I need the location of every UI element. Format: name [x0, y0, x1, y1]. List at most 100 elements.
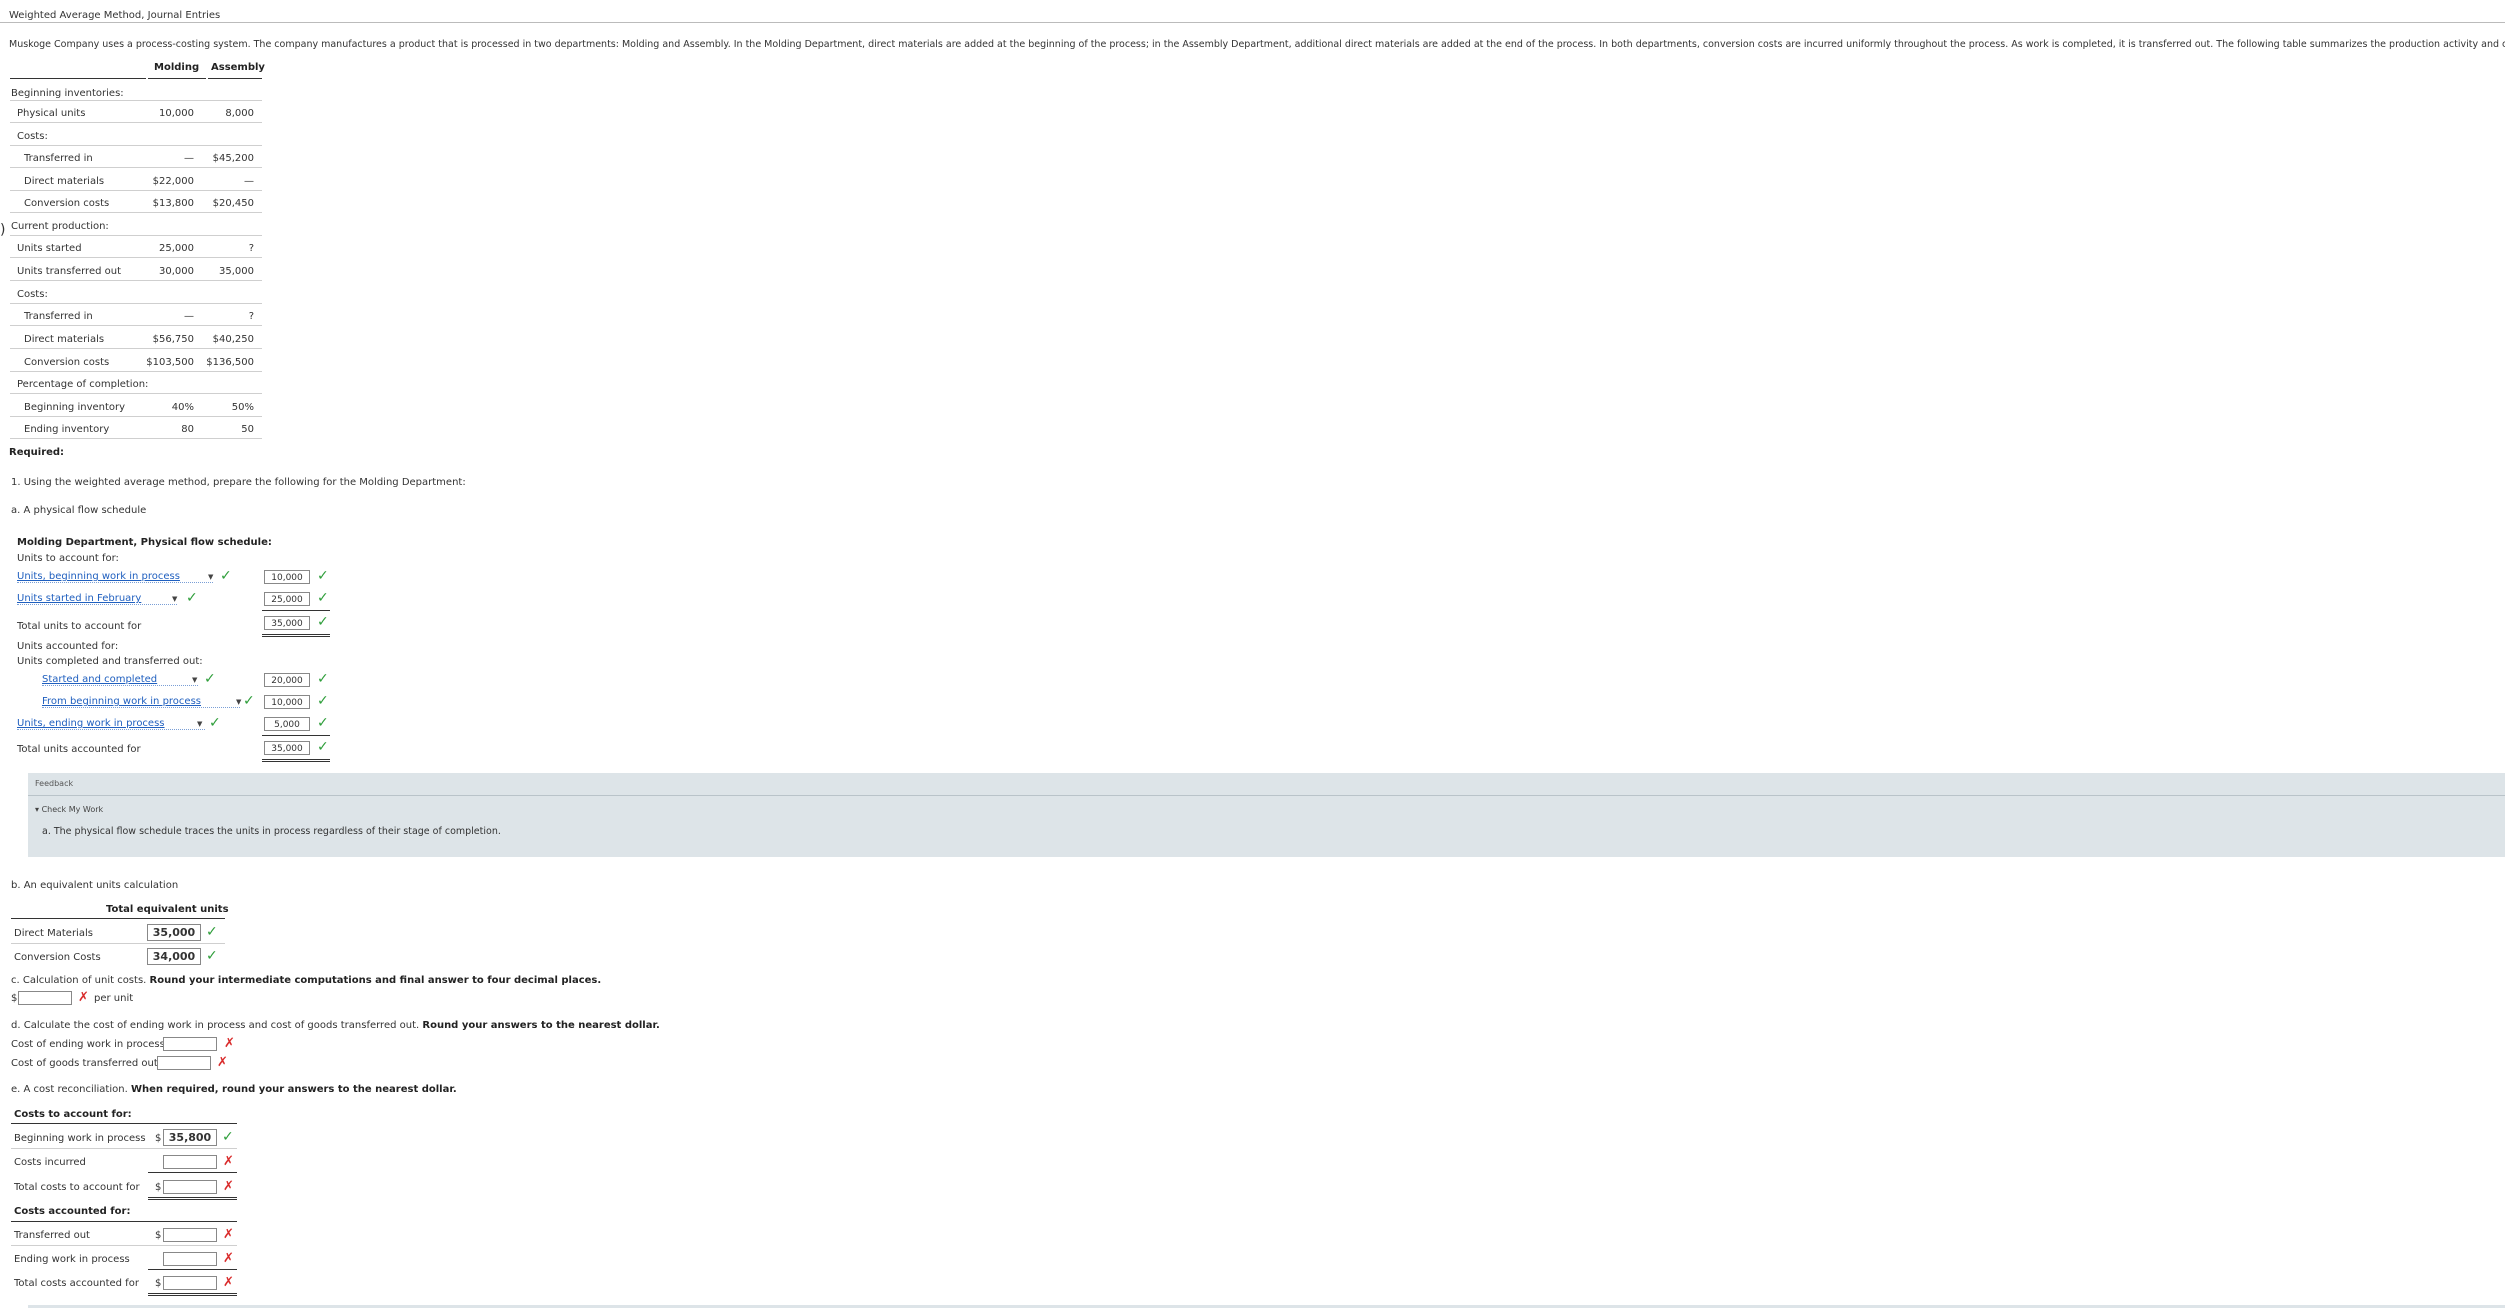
table-cell-assembly: 50% [231, 402, 254, 413]
total-double-rule [262, 634, 330, 637]
triangle-down-icon: ▾ [35, 805, 40, 814]
dollar-sign: $ [155, 1278, 162, 1289]
table-cell-molding: 40% [171, 402, 194, 413]
chevron-down-icon[interactable]: ▼ [192, 676, 197, 684]
table-cell-assembly: 8,000 [225, 108, 254, 119]
row-divider [10, 303, 262, 304]
table-cell-molding: 80 [181, 424, 194, 435]
cross-icon: ✗ [217, 1055, 228, 1070]
ending-wip-rec-input[interactable] [163, 1252, 217, 1266]
question-a-label: a. A physical flow schedule [11, 505, 147, 516]
check-icon: ✓ [317, 568, 329, 584]
table-row-label: Current production: [11, 221, 109, 232]
row-divider [10, 100, 262, 101]
title-divider [0, 22, 2505, 23]
question-1-text: 1. Using the weighted average method, pr… [11, 477, 466, 488]
check-icon: ✓ [186, 590, 198, 606]
transferred-out-input[interactable] [163, 1228, 217, 1242]
table-cell-assembly: $136,500 [206, 357, 254, 368]
direct-materials-eu-input[interactable]: 35,000 [147, 924, 201, 941]
conversion-costs-eu-input[interactable]: 34,000 [147, 948, 201, 965]
chevron-down-icon[interactable]: ▼ [236, 698, 241, 706]
row-divider [11, 1245, 237, 1246]
equiv-units-header: Total equivalent units [106, 904, 229, 915]
row-divider [11, 943, 225, 944]
table-cell-assembly: ? [248, 243, 254, 254]
total-accounted-label: Total units accounted for [17, 744, 141, 755]
table-cell-molding: $103,500 [146, 357, 194, 368]
total-costs-accounted-input[interactable] [163, 1276, 217, 1290]
beginning-wip-input[interactable]: 10,000 [264, 570, 310, 584]
cross-icon: ✗ [78, 990, 89, 1005]
check-icon: ✓ [317, 590, 329, 606]
total-accounted-input[interactable]: 35,000 [264, 741, 310, 755]
chevron-down-icon[interactable]: ▼ [172, 595, 177, 603]
table-cell-assembly: $40,250 [212, 334, 254, 345]
table-row-label: Transferred in [24, 153, 93, 164]
question-d-text: d. Calculate the cost of ending work in … [11, 1020, 660, 1031]
row-divider [10, 257, 262, 258]
row-divider [10, 416, 262, 417]
ending-wip-rec-label: Ending work in process [14, 1254, 130, 1265]
from-beginning-input[interactable]: 10,000 [264, 695, 310, 709]
problem-intro: Muskoge Company uses a process-costing s… [9, 39, 2505, 50]
units-to-account-heading: Units to account for: [17, 553, 119, 564]
table-cell-assembly: $20,450 [212, 198, 254, 209]
check-icon: ✓ [317, 715, 329, 731]
started-completed-input[interactable]: 20,000 [264, 673, 310, 687]
chevron-down-icon[interactable]: ▼ [197, 720, 202, 728]
beginning-wip-dropdown[interactable]: Units, beginning work in process [17, 571, 213, 583]
units-completed-heading: Units completed and transferred out: [17, 656, 203, 667]
units-started-input[interactable]: 25,000 [264, 592, 310, 606]
row-divider [10, 348, 262, 349]
feedback-divider [28, 795, 2505, 796]
total-double-rule [148, 1197, 237, 1200]
costs-accounted-heading: Costs accounted for: [14, 1206, 131, 1217]
table-row-label: Costs: [17, 131, 48, 142]
units-accounted-heading: Units accounted for: [17, 641, 119, 652]
total-costs-to-account-label: Total costs to account for [14, 1182, 140, 1193]
ending-wip-dropdown[interactable]: Units, ending work in process [17, 718, 205, 730]
required-heading: Required: [9, 447, 65, 458]
table-row-label: Percentage of completion: [17, 379, 149, 390]
check-icon: ✓ [209, 715, 221, 731]
question-e-text: e. A cost reconciliation. When required,… [11, 1084, 457, 1095]
conversion-costs-label: Conversion Costs [14, 952, 101, 963]
total-costs-to-account-input[interactable] [163, 1180, 217, 1194]
row-divider [10, 145, 262, 146]
from-beginning-dropdown[interactable]: From beginning work in process [42, 696, 240, 708]
units-started-dropdown[interactable]: Units started in February [17, 593, 177, 605]
header-underline-molding [148, 78, 206, 79]
cross-icon: ✗ [224, 1036, 235, 1051]
started-completed-dropdown[interactable]: Started and completed [42, 674, 198, 686]
header-underline-assembly [208, 78, 262, 79]
row-divider [11, 1148, 237, 1149]
table-cell-molding: $22,000 [152, 176, 194, 187]
table-cell-assembly: ? [248, 311, 254, 322]
check-icon: ✓ [206, 948, 218, 964]
transferred-out-cost-input[interactable] [157, 1056, 211, 1070]
dollar-sign: $ [155, 1230, 162, 1241]
row-divider [10, 212, 262, 213]
page-title: Weighted Average Method, Journal Entries [9, 10, 221, 21]
question-e-instruction: When required, round your answers to the… [130, 1084, 457, 1095]
question-c-label: c. Calculation of unit costs. [11, 975, 147, 986]
cross-icon: ✗ [223, 1251, 234, 1266]
check-icon: ✓ [317, 614, 329, 630]
table-row-label: Units started [17, 243, 82, 254]
row-divider [10, 235, 262, 236]
costs-incurred-input[interactable] [163, 1155, 217, 1169]
total-to-account-input[interactable]: 35,000 [264, 616, 310, 630]
unit-cost-input[interactable] [18, 991, 72, 1005]
chevron-down-icon[interactable]: ▼ [208, 573, 213, 581]
table-cell-molding: 10,000 [159, 108, 194, 119]
check-icon: ✓ [317, 693, 329, 709]
beginning-wip-cost-input[interactable]: 35,800 [163, 1129, 217, 1146]
ending-wip-cost-input[interactable] [163, 1037, 217, 1051]
costs-incurred-label: Costs incurred [14, 1157, 86, 1168]
check-icon: ✓ [317, 739, 329, 755]
ending-wip-input[interactable]: 5,000 [264, 717, 310, 731]
check-my-work-toggle[interactable]: ▾ Check My Work [35, 805, 103, 814]
schedule-title: Molding Department, Physical flow schedu… [17, 537, 272, 548]
table-row-label: Units transferred out [17, 266, 122, 277]
